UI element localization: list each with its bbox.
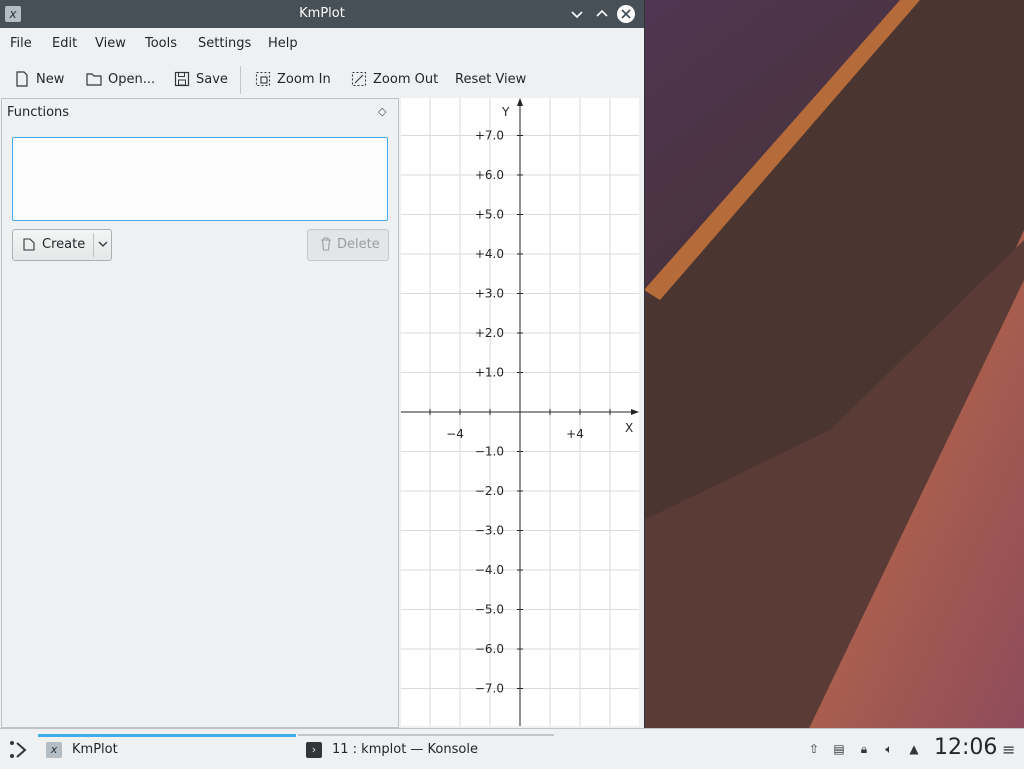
application-launcher[interactable]: [8, 739, 30, 761]
task-konsole[interactable]: › 11 : kmplot — Konsole: [298, 734, 554, 764]
system-tray: ⇧ ▤ 🔒︎ 🔈︎ ▲: [806, 741, 922, 757]
chevron-down-icon[interactable]: [97, 236, 109, 255]
zoom-in-icon: [255, 71, 271, 87]
expand-tray-icon[interactable]: ▲: [906, 741, 922, 757]
y-tick-label: −4.0: [475, 563, 504, 577]
create-divider: [93, 233, 94, 257]
y-tick-label: +6.0: [475, 168, 504, 182]
launcher-icon: [10, 741, 27, 758]
maximize-button[interactable]: [593, 5, 611, 23]
menu-edit[interactable]: Edit: [52, 36, 77, 51]
x-tick-label: −4: [446, 427, 464, 441]
y-tick-label: −1.0: [475, 445, 504, 459]
y-axis-arrow: [517, 98, 523, 106]
x-axis-arrow: [631, 409, 639, 415]
panel-title: Functions: [7, 105, 70, 120]
y-tick-label: −5.0: [475, 603, 504, 617]
active-task-indicator: [38, 734, 296, 737]
plot-canvas[interactable]: +7.0 +6.0 +5.0 +4.0 +3.0 +2.0 +1.0 −1.0 −2.0 −3.0…: [401, 98, 639, 726]
delete-label: Delete: [337, 237, 380, 252]
y-tick-label: +1.0: [475, 366, 504, 380]
menu-tools[interactable]: Tools: [145, 36, 177, 51]
open-button[interactable]: Open...: [86, 70, 155, 88]
functions-panel: Functions ◇ Create Delete: [1, 98, 399, 728]
y-tick-label: −3.0: [475, 524, 504, 538]
y-axis-label: Y: [501, 105, 510, 119]
function-list[interactable]: [12, 137, 388, 221]
close-icon: [621, 9, 631, 19]
reset-view-label: Reset View: [455, 71, 527, 87]
volume-icon[interactable]: 🔈︎: [881, 741, 897, 757]
title-bar[interactable]: x KmPlot: [0, 0, 644, 28]
trash-icon: [320, 237, 332, 255]
new-function-icon: [23, 238, 35, 255]
kmplot-window: x KmPlot File Edit View Tools Settings H…: [0, 0, 645, 728]
main-toolbar: New Open... Save Zoom In Zoom Out Reset …: [0, 62, 644, 94]
menu-file[interactable]: File: [10, 36, 32, 51]
taskbar: x KmPlot › 11 : kmplot — Konsole ⇧ ▤ 🔒︎ …: [0, 728, 1024, 769]
y-tick-label: −6.0: [475, 642, 504, 656]
save-label: Save: [196, 71, 228, 87]
zoom-out-button[interactable]: Zoom Out: [351, 70, 438, 88]
create-button[interactable]: Create: [12, 229, 112, 261]
save-icon: [174, 71, 190, 87]
menu-bar: File Edit View Tools Settings Help: [0, 30, 644, 58]
chevron-up-icon: [596, 9, 608, 17]
y-tick-label: +4.0: [475, 247, 504, 261]
y-tick-label: +2.0: [475, 326, 504, 340]
zoom-out-label: Zoom Out: [373, 71, 439, 87]
window-title: KmPlot: [299, 6, 345, 21]
menu-settings[interactable]: Settings: [198, 36, 251, 51]
folder-icon: [86, 71, 102, 87]
reset-view-button[interactable]: Reset View: [455, 70, 526, 88]
lock-icon[interactable]: 🔒︎: [856, 741, 872, 757]
kmplot-icon: x: [46, 742, 62, 758]
y-tick-label: −2.0: [475, 484, 504, 498]
y-tick-label: +7.0: [475, 129, 504, 143]
menu-help[interactable]: Help: [268, 36, 298, 51]
y-tick-label: +5.0: [475, 208, 504, 222]
new-label: New: [36, 71, 65, 87]
minimize-button[interactable]: [568, 5, 586, 23]
clock[interactable]: 12:06: [934, 735, 997, 760]
zoom-out-icon: [351, 71, 367, 87]
menu-view[interactable]: View: [95, 36, 126, 51]
panel-menu-icon[interactable]: ≡: [1002, 740, 1015, 759]
float-panel-icon[interactable]: ◇: [378, 105, 386, 118]
new-button[interactable]: New: [14, 70, 64, 88]
task-indicator: [298, 734, 554, 736]
close-button[interactable]: [617, 5, 635, 23]
task-label: KmPlot: [72, 742, 118, 757]
delete-button[interactable]: Delete: [307, 229, 389, 261]
toolbar-separator: [240, 66, 241, 94]
task-kmplot[interactable]: x KmPlot: [38, 734, 296, 764]
network-icon[interactable]: ▤: [831, 741, 847, 757]
y-tick-label: +3.0: [475, 287, 504, 301]
y-tick-label: −7.0: [475, 682, 504, 696]
x-tick-label: +4: [566, 427, 584, 441]
zoom-in-button[interactable]: Zoom In: [255, 70, 331, 88]
zoom-in-label: Zoom In: [277, 71, 331, 87]
plot-area[interactable]: +7.0 +6.0 +5.0 +4.0 +3.0 +2.0 +1.0 −1.0 −2.0 −3.0…: [401, 98, 639, 726]
task-label: 11 : kmplot — Konsole: [332, 742, 478, 757]
create-label: Create: [42, 237, 86, 252]
save-button[interactable]: Save: [174, 70, 228, 88]
chevron-down-icon: [571, 11, 583, 19]
open-label: Open...: [108, 71, 156, 87]
new-document-icon: [14, 71, 30, 87]
x-axis-label: X: [625, 421, 633, 435]
update-icon[interactable]: ⇧: [806, 741, 822, 757]
terminal-icon: ›: [306, 742, 322, 758]
